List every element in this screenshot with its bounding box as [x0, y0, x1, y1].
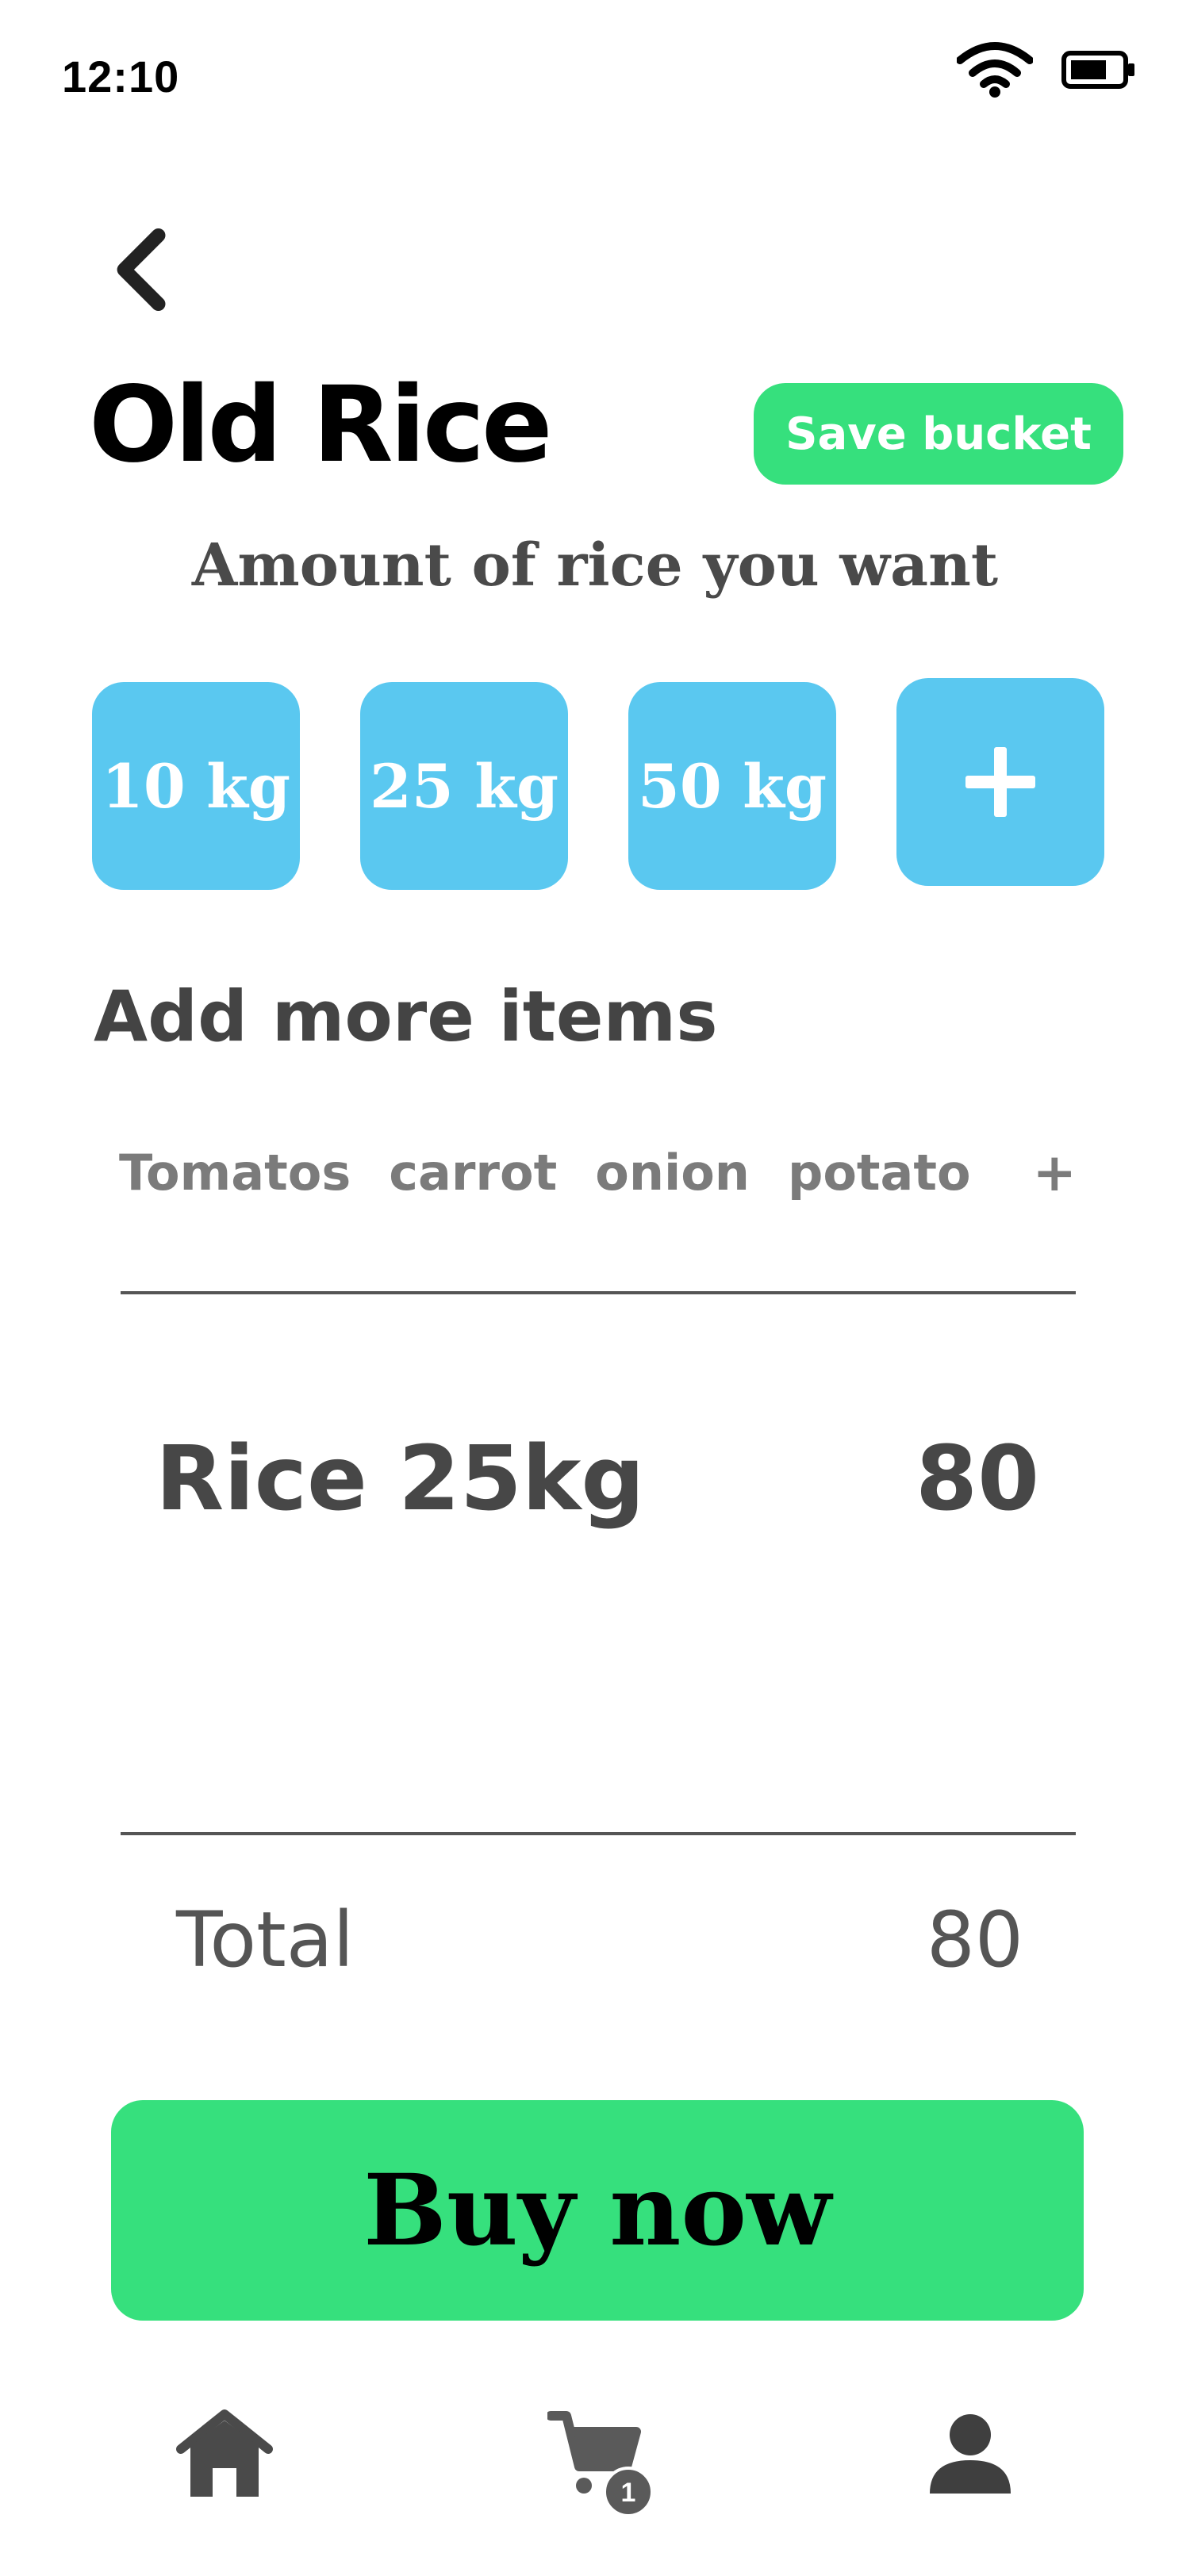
status-time: 12:10: [62, 52, 180, 102]
cart-line-name: Rice 25kg: [155, 1428, 645, 1531]
cart-icon[interactable]: 1: [547, 2403, 666, 2522]
divider-top: [121, 1291, 1076, 1294]
plus-icon: [965, 747, 1035, 817]
item-carrot[interactable]: carrot: [389, 1144, 557, 1202]
item-potato[interactable]: potato: [788, 1144, 971, 1202]
add-item-button[interactable]: +: [1033, 1142, 1077, 1203]
save-bucket-button[interactable]: Save bucket: [754, 383, 1123, 485]
cart-badge: 1: [621, 2478, 636, 2508]
battery-icon: [1061, 51, 1134, 89]
page-title: Old Rice: [89, 364, 553, 486]
qty-option-50kg[interactable]: 50 kg: [628, 682, 836, 890]
total-label: Total: [176, 1896, 355, 1984]
home-icon[interactable]: [175, 2408, 274, 2500]
chevron-left-icon[interactable]: [105, 226, 181, 313]
cart-line-price: 80: [916, 1428, 1039, 1531]
divider-bottom: [121, 1832, 1076, 1835]
total-value: 80: [926, 1896, 1023, 1984]
user-icon[interactable]: [927, 2411, 1014, 2498]
items-row: Tomatos carrot onion potato +: [119, 1142, 1077, 1203]
add-quantity-button[interactable]: [896, 678, 1104, 886]
add-items-title: Add more items: [94, 976, 718, 1057]
qty-option-25kg[interactable]: 25 kg: [360, 682, 568, 890]
wifi-icon: [957, 42, 1033, 98]
item-onion[interactable]: onion: [595, 1144, 750, 1202]
qty-option-10kg[interactable]: 10 kg: [92, 682, 300, 890]
item-tomatos[interactable]: Tomatos: [119, 1144, 351, 1202]
buy-now-button[interactable]: Buy now: [111, 2100, 1084, 2321]
amount-subtitle: Amount of rice you want: [191, 531, 999, 600]
